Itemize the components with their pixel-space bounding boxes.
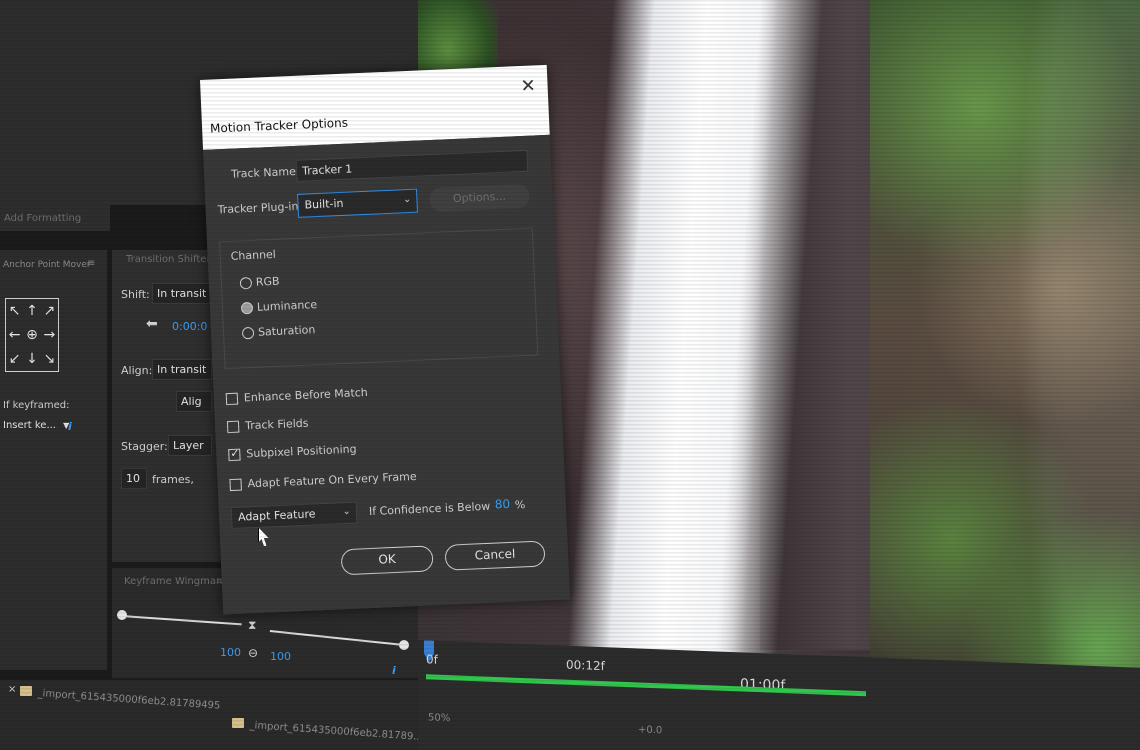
- panel-title: Transition Shifter: [126, 254, 211, 265]
- ease-out-handle[interactable]: [399, 640, 409, 650]
- adapt-feature-select[interactable]: Adapt Feature ⌄: [230, 501, 358, 530]
- chevron-down-icon: ⌄: [402, 193, 412, 206]
- arrow-up-icon[interactable]: ↑: [26, 303, 38, 319]
- timecode-0: 0f: [426, 652, 438, 667]
- arrow-left-icon[interactable]: ←: [9, 327, 21, 343]
- radio-rgb-label[interactable]: RGB: [256, 275, 280, 289]
- enhance-before-match-checkbox[interactable]: [225, 392, 239, 406]
- cancel-button[interactable]: Cancel: [444, 540, 546, 571]
- confidence-label: If Confidence is Below: [368, 499, 491, 519]
- shift-label: Shift:: [121, 288, 150, 301]
- formatting-panel: Add Formatting: [0, 205, 110, 231]
- options-button[interactable]: Options...: [428, 183, 530, 213]
- project-bar: × _import_615435000f6eb2.81789495 _impor…: [0, 680, 423, 750]
- enhance-before-match-label[interactable]: Enhance Before Match: [244, 386, 368, 404]
- radio-luminance[interactable]: [240, 301, 254, 315]
- ease-in-value[interactable]: 100: [220, 646, 241, 659]
- ease-out-track: [269, 630, 402, 646]
- zoom-level[interactable]: 50%: [428, 712, 450, 724]
- ok-button[interactable]: OK: [340, 545, 434, 576]
- project-file-1[interactable]: _import_615435000f6eb2.81789495: [37, 688, 220, 712]
- stagger-dropdown[interactable]: Layer: [168, 435, 212, 456]
- confidence-unit: %: [514, 498, 526, 512]
- close-icon[interactable]: ×: [8, 684, 16, 695]
- anchor-point-mover-panel: Anchor Point Mover ≡ ↖ ↑ ↗ ← ⊕ → ↙ ↓ ↘ I…: [0, 250, 108, 670]
- confidence-value[interactable]: 80: [494, 497, 510, 512]
- track-name-label: Track Name:: [230, 164, 300, 181]
- align-label: Align:: [121, 364, 153, 377]
- panel-title: Anchor Point Mover: [3, 260, 91, 270]
- align-dropdown[interactable]: In transit: [152, 359, 212, 380]
- ease-out-value[interactable]: 100: [270, 650, 291, 663]
- arrow-down-right-icon[interactable]: ↘: [43, 351, 55, 367]
- folder-icon: [20, 686, 32, 696]
- dialog-title: Motion Tracker Options: [209, 115, 349, 136]
- add-formatting-label[interactable]: Add Formatting: [4, 213, 81, 224]
- ease-in-track: [121, 615, 242, 626]
- tracker-plugin-label: Tracker Plug-in:: [217, 199, 303, 217]
- track-name-input[interactable]: [295, 149, 529, 182]
- subpixel-positioning-checkbox[interactable]: [228, 448, 241, 462]
- frames-label: frames,: [152, 473, 194, 486]
- arrow-right-icon[interactable]: →: [43, 327, 55, 343]
- info-icon[interactable]: i: [392, 664, 396, 677]
- arrow-down-left-icon[interactable]: ↙: [9, 351, 21, 367]
- anchor-grid: ↖ ↑ ↗ ← ⊕ → ↙ ↓ ↘: [5, 298, 59, 372]
- folder-icon: [232, 718, 244, 728]
- motion-tracker-options-dialog: Motion Tracker Options ✕ Track Name: Tra…: [200, 64, 571, 615]
- panel-menu-icon[interactable]: ≡: [87, 258, 95, 269]
- link-icon[interactable]: ⊖: [248, 646, 258, 660]
- track-fields-checkbox[interactable]: [226, 420, 240, 434]
- if-keyframed-label: If keyframed:: [3, 400, 70, 411]
- subpixel-positioning-label[interactable]: Subpixel Positioning: [246, 443, 357, 461]
- shift-dropdown[interactable]: In transit: [152, 283, 212, 304]
- center-icon[interactable]: ⊕: [26, 327, 38, 343]
- arrow-down-icon[interactable]: ↓: [26, 351, 38, 367]
- stagger-label: Stagger:: [121, 440, 168, 453]
- adapt-feature-value: Adapt Feature: [237, 507, 316, 524]
- info-icon[interactable]: i: [68, 420, 72, 433]
- project-file-2[interactable]: _import_615435000f6eb2.81789...: [249, 720, 423, 743]
- radio-saturation[interactable]: [241, 326, 255, 340]
- keyframe-mode-dropdown[interactable]: Insert ke... ▼: [3, 420, 69, 431]
- arrow-left-icon[interactable]: ⬅: [146, 316, 158, 332]
- keyframe-mode-value: Insert ke...: [3, 420, 56, 431]
- arrow-up-left-icon[interactable]: ↖: [9, 303, 21, 319]
- radio-rgb[interactable]: [239, 276, 253, 290]
- panel-title: Keyframe Wingman: [124, 576, 223, 587]
- shift-time-value[interactable]: 0:00:0: [172, 320, 207, 333]
- adapt-feature-label[interactable]: Adapt Feature On Every Frame: [247, 470, 416, 490]
- offset-value[interactable]: +0.0: [638, 724, 662, 736]
- track-fields-label[interactable]: Track Fields: [245, 417, 309, 433]
- channel-group: Channel RGB Luminance Saturation: [219, 227, 539, 370]
- hourglass-icon[interactable]: ⧗: [248, 618, 256, 633]
- chevron-down-icon: ⌄: [342, 505, 352, 518]
- radio-luminance-label[interactable]: Luminance: [257, 298, 318, 314]
- channel-label: Channel: [230, 247, 277, 263]
- adapt-feature-checkbox[interactable]: [229, 478, 242, 492]
- tracker-plugin-select[interactable]: Built-in ⌄: [297, 188, 418, 218]
- arrow-up-right-icon[interactable]: ↗: [43, 303, 55, 319]
- ease-in-handle[interactable]: [117, 610, 127, 620]
- timecode-12: 00:12f: [566, 657, 605, 674]
- stagger-frames-input[interactable]: 10: [121, 468, 147, 489]
- work-area-bar[interactable]: [426, 674, 866, 697]
- tracker-plugin-value: Built-in: [304, 196, 344, 212]
- video-foliage-right: [870, 0, 1140, 720]
- align-button[interactable]: Alig: [176, 391, 212, 412]
- radio-saturation-label[interactable]: Saturation: [258, 323, 316, 338]
- close-icon[interactable]: ✕: [520, 75, 536, 97]
